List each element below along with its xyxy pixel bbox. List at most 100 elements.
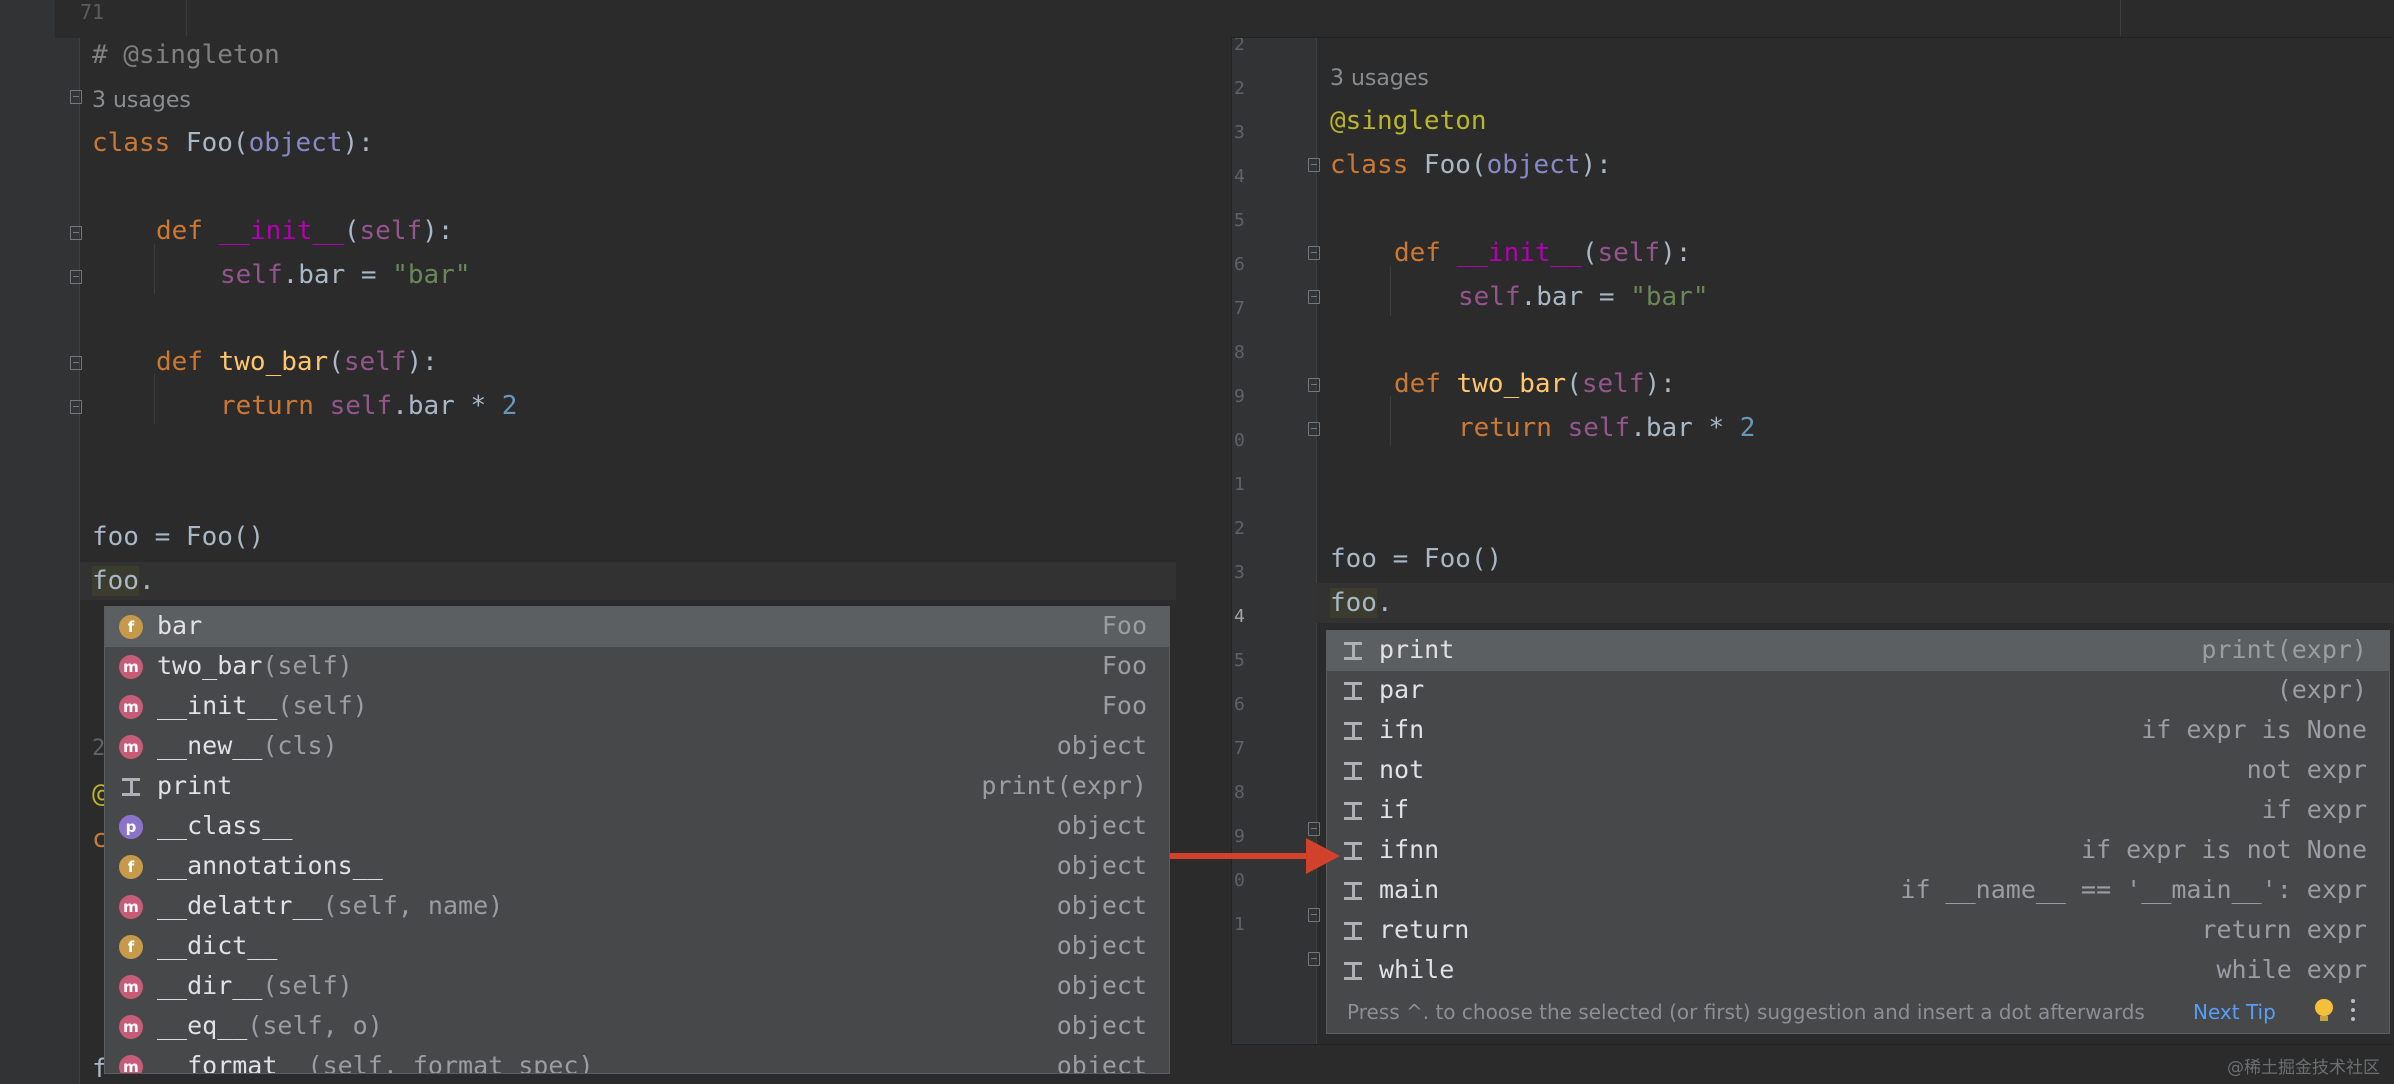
- completion-signature: (self): [277, 691, 368, 720]
- fold-icon[interactable]: [1308, 822, 1320, 836]
- punct: ):: [1580, 150, 1612, 180]
- completion-signature: (self): [262, 971, 353, 1000]
- code-line-def-init[interactable]: def __init__(self):: [156, 215, 453, 247]
- completion-label: __format__: [157, 1051, 308, 1074]
- postfix-completion-item[interactable]: main if __name__ == '__main__': expr: [1327, 871, 2389, 911]
- code-line-return[interactable]: return self.bar * 2: [1458, 412, 1755, 444]
- fold-icon[interactable]: [70, 270, 82, 284]
- function-name: two_bar: [1456, 369, 1567, 399]
- right-gutter-divider: [1316, 38, 1317, 1044]
- completion-item[interactable]: f __dict__ object: [105, 927, 1169, 967]
- postfix-completion-item[interactable]: if if expr: [1327, 791, 2389, 831]
- postfix-template-icon: [1341, 839, 1365, 863]
- arrow-head-icon: [1306, 838, 1340, 874]
- fold-icon[interactable]: [1308, 908, 1320, 922]
- more-options-icon[interactable]: [2351, 999, 2355, 1025]
- code-line-return[interactable]: return self.bar * 2: [220, 390, 517, 422]
- line-number: 4: [1234, 606, 1245, 627]
- expr: .bar =: [1520, 282, 1631, 312]
- completion-signature: (cls): [262, 731, 338, 760]
- completion-item[interactable]: p __class__ object: [105, 807, 1169, 847]
- punct: (: [1566, 369, 1582, 399]
- completion-type: object: [1056, 1011, 1147, 1040]
- postfix-template-icon: [1341, 759, 1365, 783]
- line-number: 5: [1234, 210, 1245, 231]
- line-number: 8: [1234, 782, 1245, 803]
- code-line-foo-dot[interactable]: foo.: [92, 565, 155, 597]
- postfix-completion-item[interactable]: ifn if expr is None: [1327, 711, 2389, 751]
- usages-hint[interactable]: 3 usages: [92, 88, 191, 113]
- code-line-foo-assign[interactable]: foo = Foo(): [92, 521, 264, 553]
- code-line-assign[interactable]: self.bar = "bar": [220, 259, 470, 291]
- completion-item[interactable]: f bar Foo: [105, 607, 1169, 647]
- param: self: [1597, 238, 1661, 268]
- usages-hint[interactable]: 3 usages: [1330, 66, 1429, 91]
- field-icon: f: [119, 615, 143, 639]
- completion-item[interactable]: m two_bar(self) Foo: [105, 647, 1169, 687]
- completion-item[interactable]: m __init__(self) Foo: [105, 687, 1169, 727]
- postfix-completion-item[interactable]: print print(expr): [1327, 631, 2389, 671]
- fold-icon[interactable]: [70, 356, 82, 370]
- indent-guide: [154, 244, 155, 294]
- code-line-foo-assign[interactable]: foo = Foo(): [1330, 543, 1502, 575]
- method-icon: m: [119, 895, 143, 919]
- code-line-def-two-bar[interactable]: def two_bar(self):: [156, 346, 438, 378]
- completion-name: bar: [157, 611, 202, 640]
- code-line-foo-dot[interactable]: foo.: [1330, 587, 1393, 619]
- completion-label: return: [1379, 915, 1470, 944]
- completion-item[interactable]: m __new__(cls) object: [105, 727, 1169, 767]
- fold-icon[interactable]: [1308, 158, 1320, 172]
- code-line-def-two-bar[interactable]: def two_bar(self):: [1394, 368, 1676, 400]
- completion-item[interactable]: m __format__(self, format_spec) object: [105, 1047, 1169, 1074]
- punct: ):: [342, 128, 374, 158]
- postfix-completion-item[interactable]: while while expr: [1327, 951, 2389, 991]
- postfix-completion-item[interactable]: par (expr): [1327, 671, 2389, 711]
- right-completion-popup[interactable]: print print(expr) par (expr) ifn if expr is N…: [1326, 630, 2390, 1034]
- postfix-completion-item[interactable]: not not expr: [1327, 751, 2389, 791]
- fold-icon[interactable]: [70, 226, 82, 240]
- completion-signature: (self, o): [247, 1011, 383, 1040]
- property-icon: p: [119, 815, 143, 839]
- fold-icon[interactable]: [1308, 290, 1320, 304]
- completion-item[interactable]: m __dir__(self) object: [105, 967, 1169, 1007]
- punct: ):: [1660, 238, 1692, 268]
- completion-item[interactable]: m __delattr__(self, name) object: [105, 887, 1169, 927]
- keyword: return: [220, 391, 314, 421]
- fold-icon[interactable]: [1308, 952, 1320, 966]
- code-line-class[interactable]: class Foo(object):: [1330, 149, 1612, 181]
- param: self: [1581, 369, 1645, 399]
- lightbulb-icon[interactable]: [2315, 999, 2333, 1021]
- completion-label: two_bar: [157, 651, 263, 680]
- postfix-template-icon: [1341, 879, 1365, 903]
- code-line-class[interactable]: class Foo(object):: [92, 127, 374, 159]
- line-number: 1: [1234, 474, 1245, 495]
- fold-icon[interactable]: [70, 90, 82, 104]
- method-icon: m: [119, 975, 143, 999]
- class-name: Foo(: [170, 128, 249, 158]
- code-comment[interactable]: # @singleton: [92, 39, 280, 71]
- fold-icon[interactable]: [70, 400, 82, 414]
- completion-type: object: [1056, 811, 1147, 840]
- code-line-assign[interactable]: self.bar = "bar": [1458, 281, 1708, 313]
- postfix-template-icon: [1341, 719, 1365, 743]
- line-number: 7: [1234, 738, 1245, 759]
- code-line-decorator[interactable]: @singleton: [1330, 105, 1487, 137]
- next-tip-link[interactable]: Next Tip: [2193, 1000, 2276, 1024]
- punct: ):: [422, 216, 454, 246]
- postfix-completion-item[interactable]: ifnn if expr is not None: [1327, 831, 2389, 871]
- postfix-completion-item[interactable]: return return expr: [1327, 911, 2389, 951]
- code-line-def-init[interactable]: def __init__(self):: [1394, 237, 1691, 269]
- fold-icon[interactable]: [1308, 378, 1320, 392]
- base-class: object: [1486, 150, 1581, 180]
- completion-item[interactable]: print print(expr): [105, 767, 1169, 807]
- line-number: 2: [1234, 38, 1245, 55]
- completion-label: __eq__: [157, 1011, 248, 1040]
- completion-item[interactable]: f __annotations__ object: [105, 847, 1169, 887]
- line-number: 1: [1234, 914, 1245, 935]
- completion-type: object: [1056, 731, 1147, 760]
- completion-item[interactable]: m __eq__(self, o) object: [105, 1007, 1169, 1047]
- fold-icon[interactable]: [1308, 422, 1320, 436]
- left-completion-popup[interactable]: f bar Foo m two_bar(self) Foo m __init__(self) F…: [104, 606, 1170, 1074]
- fold-icon[interactable]: [1308, 246, 1320, 260]
- completion-expansion: if expr is None: [2141, 715, 2367, 744]
